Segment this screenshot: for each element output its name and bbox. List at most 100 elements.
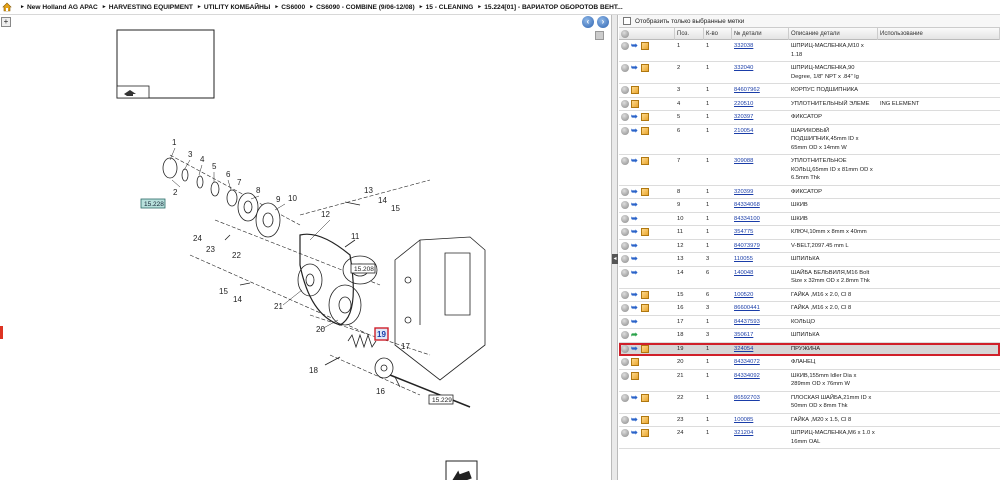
replace-arrow-icon[interactable]: ➥ [631,429,639,437]
settings-icon[interactable] [621,29,629,38]
add-to-cart-icon[interactable] [641,228,649,236]
part-number-link[interactable]: 354775 [734,229,753,235]
info-icon[interactable] [621,268,629,277]
replace-arrow-icon[interactable]: ➥ [631,317,639,326]
breadcrumb-item[interactable]: CS6090 - COMBINE (9/06-12/08) [316,4,415,11]
table-row[interactable]: ➥ 12 1 84073979 V-BELT,2097.45 mm L [619,240,1000,253]
part-number-link[interactable]: 100085 [734,417,753,423]
table-row[interactable]: ➥ 14 6 140048 ШАЙБА БЕЛЬВИЛЯ,M16 Bolt Size x… [619,267,1000,289]
show-selected-checkbox[interactable] [623,17,631,25]
header-icon-column[interactable] [619,27,675,40]
info-icon[interactable] [621,290,629,299]
info-icon[interactable] [621,371,629,380]
info-icon[interactable] [621,304,629,312]
info-icon[interactable] [621,331,629,339]
replace-arrow-icon[interactable]: ➥ [631,268,639,277]
info-icon[interactable] [621,126,629,135]
info-icon[interactable] [621,42,629,50]
add-to-cart-icon[interactable] [641,429,649,437]
replace-arrow-icon[interactable]: ➥ [631,393,639,402]
info-icon[interactable] [621,393,629,402]
table-row[interactable]: ➥ 15 6 100520 ГАЙКА ,M16 x 2.0, Cl 8 [619,289,1000,302]
add-to-cart-icon[interactable] [641,290,649,299]
part-number-link[interactable]: 220510 [734,101,753,107]
table-row[interactable]: 4 1 220510 УПЛОТНИТЕЛЬНЫЙ ЭЛЕМЕ ING ELEMENT [619,98,1000,111]
replace-arrow-icon[interactable]: ➥ [631,187,639,196]
part-number-link[interactable]: 321204 [734,430,753,436]
info-icon[interactable] [621,187,629,196]
table-row[interactable]: ➥ 16 3 86600441 ГАЙКА ,M16 x 2.0, Cl 8 [619,302,1000,316]
breadcrumb-item[interactable]: CS6000 [281,4,305,11]
add-to-cart-icon[interactable] [631,99,639,108]
part-number-link[interactable]: 84437593 [734,319,760,325]
breadcrumb-item[interactable]: 15.224[01] - ВАРИАТОР ОБОРОТОВ ВЕНТ... [484,4,622,11]
replace-arrow-icon[interactable]: ➥ [631,64,639,72]
add-to-cart-icon[interactable] [641,344,649,353]
part-number-link[interactable]: 210054 [734,128,753,134]
info-icon[interactable] [621,214,629,223]
collapse-arrow-icon[interactable]: ◂ [612,254,618,264]
info-icon[interactable] [621,64,629,72]
info-icon[interactable] [621,255,629,263]
info-icon[interactable] [621,317,629,326]
table-row[interactable]: ➥ 2 1 332040 ШПРИЦ-МАСЛЕНКА,90 Degree, 1/8" … [619,62,1000,84]
add-to-cart-icon[interactable] [641,42,649,50]
add-to-cart-icon[interactable] [631,86,639,94]
table-row[interactable]: ➥ 11 1 354775 КЛЮЧ,10mm x 8mm x 40mm [619,226,1000,240]
breadcrumb-item[interactable]: 15 - CLEANING [426,4,474,11]
add-to-cart-icon[interactable] [641,187,649,196]
header-qty[interactable]: К-во [704,27,732,40]
home-icon[interactable] [2,2,12,12]
header-part-number[interactable]: № детали [732,27,789,40]
table-row[interactable]: ➥ 22 1 86592703 ПЛОСКАЯ ШАЙБА,21mm ID x 50mm… [619,392,1000,414]
table-row[interactable]: ➥ 19 1 324054 ПРУЖИНА [619,342,1000,356]
info-icon[interactable] [621,113,629,121]
table-row[interactable]: ➥ 13 3 110055 ШПИЛЬКА [619,253,1000,267]
part-number-link[interactable]: 86600441 [734,305,760,311]
info-icon[interactable] [621,99,629,108]
replace-arrow-icon[interactable]: ➥ [631,42,639,50]
replace-arrow-icon[interactable]: ➥ [631,290,639,299]
table-row[interactable]: 21 1 84334092 ШКИВ,155mm Idler Dia x 289mm … [619,370,1000,392]
part-number-link[interactable]: 324054 [734,346,753,352]
part-number-link[interactable]: 350617 [734,332,753,338]
part-number-link[interactable]: 84334068 [734,202,760,208]
exploded-parts-diagram[interactable]: 1 2 3 4 5 6 7 8 9 10 11 12 13 14 15 16 1… [0,15,600,480]
part-number-link[interactable]: 110055 [734,256,753,262]
part-number-link[interactable]: 84607962 [734,87,760,93]
info-icon[interactable] [621,241,629,250]
pane-splitter[interactable]: ◂ [612,15,618,480]
add-to-cart-icon[interactable] [631,371,639,380]
replace-arrow-icon[interactable]: ➥ [631,214,639,223]
table-row[interactable]: ➥ 7 1 309088 УПЛОТНИТЕЛЬНОЕ КОЛЬЦ,65mm ID x … [619,155,1000,186]
add-to-cart-icon[interactable] [641,393,649,402]
info-icon[interactable] [621,344,629,353]
info-icon[interactable] [621,429,629,437]
header-pos[interactable]: Поз. [675,27,704,40]
breadcrumb-item[interactable]: New Holland AG APAC [27,4,98,11]
table-row[interactable]: ➥ 17 1 84437593 КОЛЬЦО [619,316,1000,329]
info-icon[interactable] [621,157,629,165]
info-icon[interactable] [621,201,629,209]
table-row[interactable]: 3 1 84607962 КОРПУС ПОДШИПНИКА [619,84,1000,98]
add-to-cart-icon[interactable] [641,113,649,121]
replace-arrow-icon[interactable]: ➥ [631,157,639,165]
part-number-link[interactable]: 100520 [734,292,753,298]
info-icon[interactable] [621,86,629,94]
replace-arrow-icon[interactable]: ➥ [631,255,639,263]
replace-arrow-icon[interactable]: ➥ [631,126,639,135]
breadcrumb-item[interactable]: UTILITY КОМБАЙНЫ [204,4,270,11]
table-row[interactable]: 20 1 84334072 ФЛАНЕЦ [619,356,1000,370]
table-row[interactable]: ➥ 9 1 84334068 ШКИВ [619,199,1000,213]
info-icon[interactable] [621,415,629,424]
part-number-link[interactable]: 320397 [734,114,753,120]
replace-arrow-icon[interactable]: ➥ [631,344,639,353]
replace-arrow-icon[interactable]: ➥ [631,415,639,424]
part-number-link[interactable]: 84334072 [734,359,760,365]
table-row[interactable]: ➥ 5 1 320397 ФИКСАТОР [619,111,1000,125]
table-row[interactable]: ➦ 18 3 350617 ШПИЛЬКА [619,329,1000,343]
part-number-link[interactable]: 309088 [734,158,753,164]
add-to-cart-icon[interactable] [641,157,649,165]
part-number-link[interactable]: 320399 [734,189,753,195]
add-to-cart-icon[interactable] [641,126,649,135]
